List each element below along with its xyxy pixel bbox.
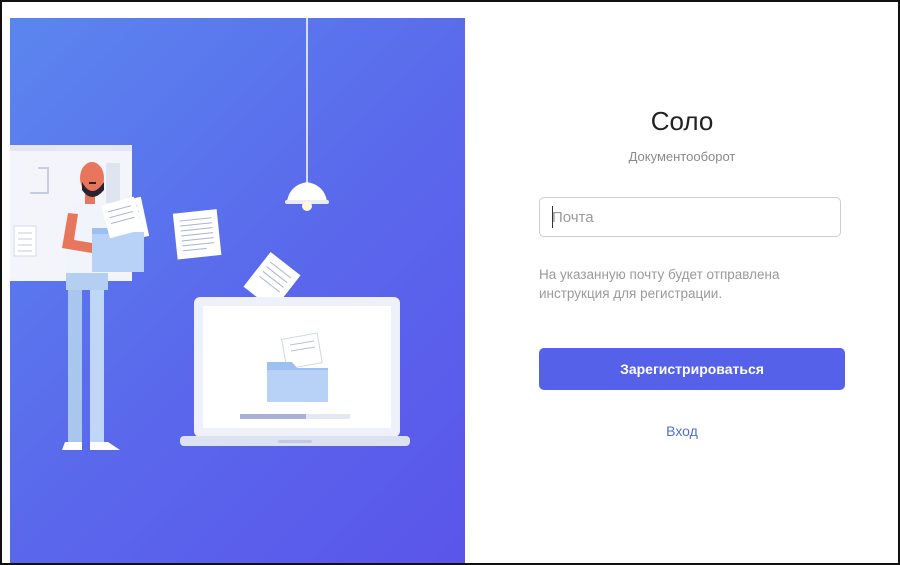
person-icon (62, 162, 144, 450)
registration-form: Соло Документооборот На указанную почту … (466, 2, 898, 563)
app-window: Соло Документооборот На указанную почту … (0, 0, 900, 565)
app-title: Соло (650, 106, 714, 136)
email-field[interactable] (539, 197, 841, 237)
register-button[interactable]: Зарегистрироваться (539, 348, 845, 390)
lamp-icon (285, 18, 329, 211)
text-caret (552, 206, 553, 228)
email-hint: На указанную почту будет отправлена инст… (539, 267, 780, 301)
app-subtitle: Документооборот (628, 149, 736, 164)
illustration-panel (10, 18, 465, 563)
illustration-graphic (10, 18, 410, 450)
login-link[interactable]: Вход (466, 423, 898, 439)
laptop-icon (180, 297, 410, 446)
